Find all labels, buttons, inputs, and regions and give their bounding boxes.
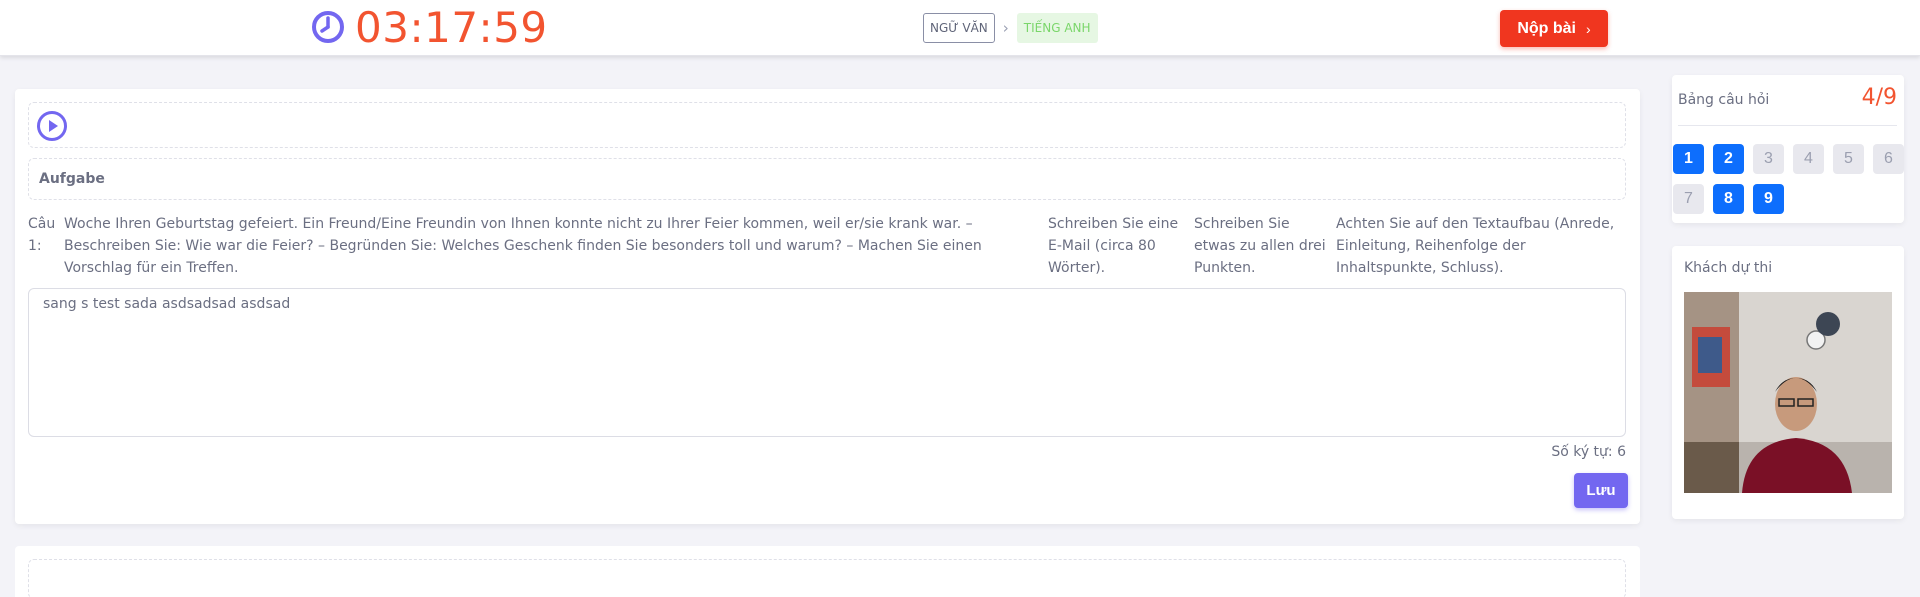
candidate-panel: Khách dự thi (1672, 246, 1904, 519)
question-nav-7[interactable]: 7 (1673, 184, 1704, 214)
question-number: Câu 1: (28, 216, 56, 254)
play-icon[interactable] (36, 110, 68, 142)
question-nav-3[interactable]: 3 (1753, 144, 1784, 174)
question-text: Woche Ihren Geburtstag gefeiert. Ein Fre… (64, 216, 982, 276)
question-nav-6[interactable]: 6 (1873, 144, 1904, 174)
answer-textarea[interactable]: sang s test sada asdsadsad asdsad (28, 288, 1626, 437)
chevron-right-icon: › (1002, 19, 1009, 37)
instruction-1: Schreiben Sie eine E-Mail (circa 80 Wört… (1048, 216, 1179, 276)
save-button[interactable]: Lưu (1574, 473, 1628, 508)
breadcrumb-current-subject: TIẾNG ANH (1016, 13, 1098, 43)
audio-player (28, 102, 1626, 148)
divider (1678, 125, 1897, 126)
question-board-title: Bảng câu hỏi (1678, 92, 1770, 108)
question-progress: 4/9 (1861, 85, 1897, 110)
question-card: Aufgabe Câu 1: Woche Ihren Geburtstag ge… (15, 89, 1640, 524)
question-nav-2[interactable]: 2 (1713, 144, 1744, 174)
subject-breadcrumb: NGỮ VĂN › TIẾNG ANH (923, 13, 1098, 43)
question-nav-8[interactable]: 8 (1713, 184, 1744, 214)
question-nav-9[interactable]: 9 (1753, 184, 1784, 214)
countdown-timer: 03:17:59 (311, 2, 548, 52)
question-nav-1[interactable]: 1 (1673, 144, 1704, 174)
submit-button[interactable]: Nộp bài › (1500, 10, 1608, 47)
instruction-2: Schreiben Sie etwas zu allen drei Punkte… (1194, 216, 1326, 276)
question-nav-4[interactable]: 4 (1793, 144, 1824, 174)
question-board: Bảng câu hỏi 4/9 123456 789 (1672, 75, 1904, 223)
character-count: Số ký tự: 6 (1551, 444, 1626, 460)
top-bar: 03:17:59 NGỮ VĂN › TIẾNG ANH Nộp bài › (0, 0, 1920, 56)
timer-text: 03:17:59 (355, 2, 548, 52)
chevron-right-icon: › (1586, 20, 1591, 37)
question-prompt: Câu 1: Woche Ihren Geburtstag gefeiert. … (28, 213, 1626, 277)
candidate-webcam-image (1684, 292, 1892, 493)
clock-icon (312, 11, 344, 43)
submit-button-label: Nộp bài (1517, 19, 1576, 37)
next-question-card (15, 546, 1640, 597)
section-title: Aufgabe (28, 158, 1626, 200)
breadcrumb-previous-subject[interactable]: NGỮ VĂN (923, 13, 995, 43)
next-question-audio-box (28, 559, 1626, 597)
candidate-title: Khách dự thi (1684, 260, 1773, 276)
question-nav-5[interactable]: 5 (1833, 144, 1864, 174)
instruction-3: Achten Sie auf den Textaufbau (Anrede, E… (1336, 216, 1615, 276)
